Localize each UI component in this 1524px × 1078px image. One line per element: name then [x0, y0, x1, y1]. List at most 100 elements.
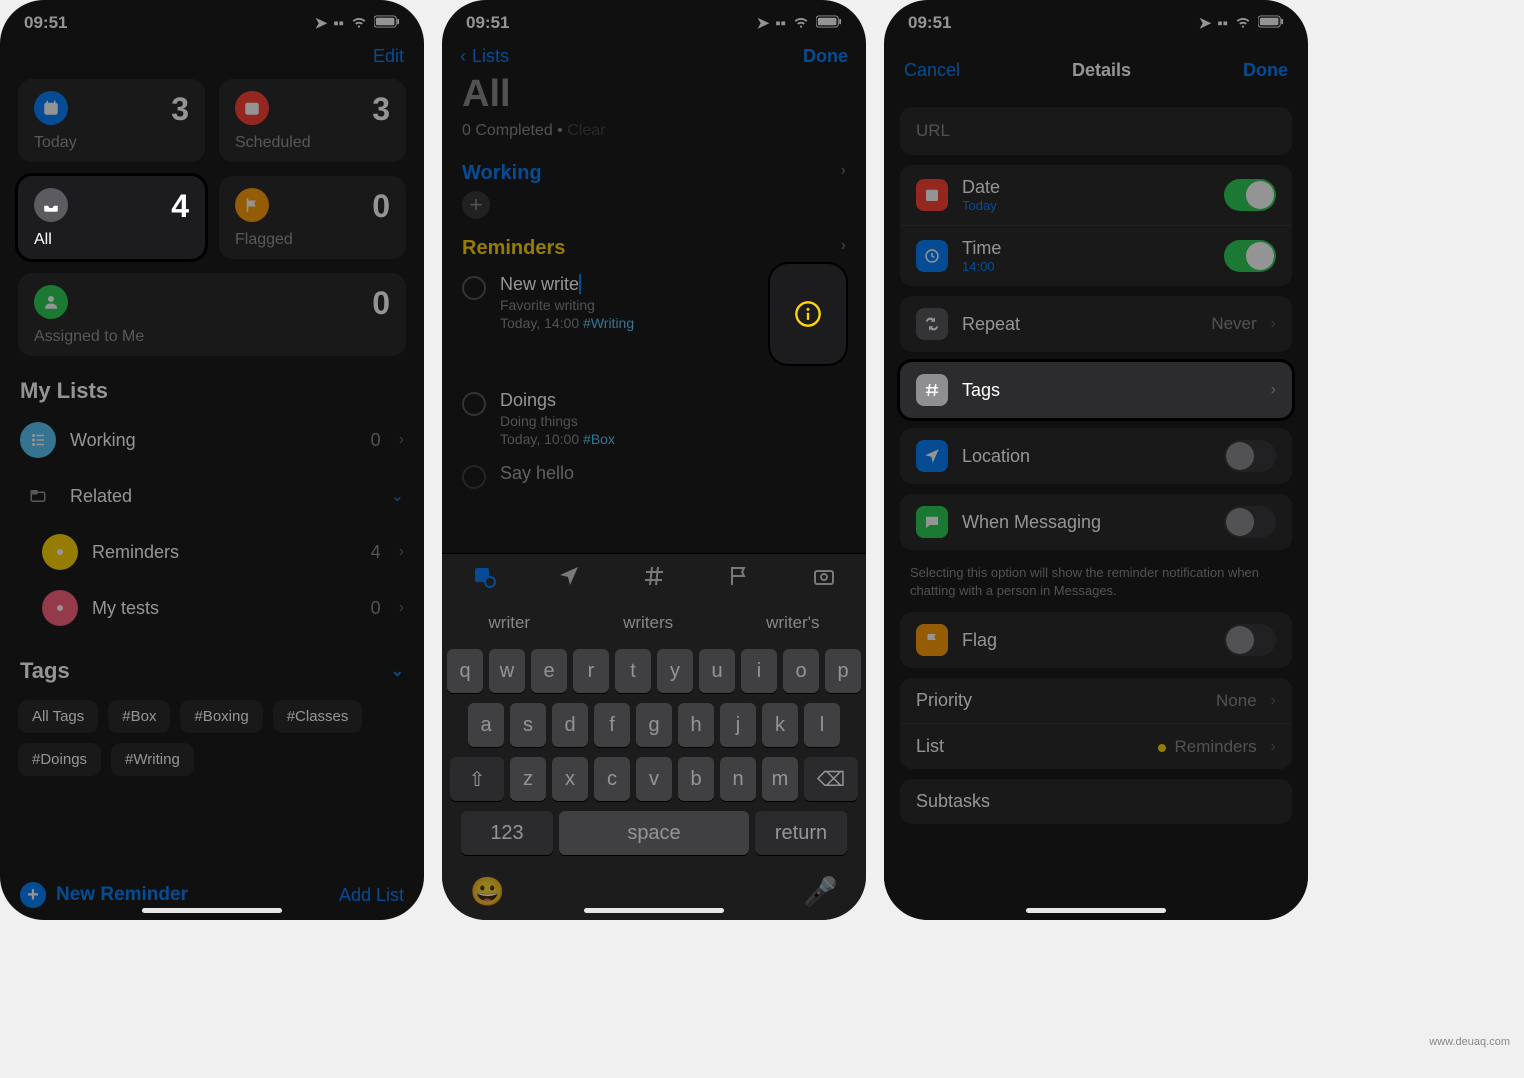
reminder-row[interactable]: Doings Doing things Today, 10:00 #Box — [442, 382, 866, 455]
time-toggle[interactable] — [1224, 240, 1276, 272]
battery-icon — [1258, 15, 1284, 32]
smart-list-today[interactable]: 3 Today — [18, 79, 205, 162]
tag-boxing[interactable]: #Boxing — [180, 700, 262, 733]
list-mytests[interactable]: My tests 0 › — [0, 580, 424, 636]
numeric-key[interactable]: 123 — [461, 811, 553, 855]
camera-icon[interactable] — [812, 564, 836, 593]
smart-list-flagged[interactable]: 0 Flagged — [219, 176, 406, 259]
flag-icon[interactable] — [727, 564, 751, 593]
done-button[interactable]: Done — [1243, 60, 1288, 81]
location-row[interactable]: Location — [900, 428, 1292, 484]
flag-row[interactable]: Flag — [900, 612, 1292, 668]
key[interactable]: u — [699, 649, 735, 693]
home-indicator[interactable] — [584, 908, 724, 913]
space-key[interactable]: space — [559, 811, 749, 855]
key[interactable]: q — [447, 649, 483, 693]
key[interactable]: z — [510, 757, 546, 801]
key[interactable]: w — [489, 649, 525, 693]
home-indicator[interactable] — [1026, 908, 1166, 913]
flag-toggle[interactable] — [1224, 624, 1276, 656]
suggestion[interactable]: writer — [489, 613, 531, 633]
key[interactable]: o — [783, 649, 819, 693]
home-indicator[interactable] — [142, 908, 282, 913]
emoji-icon[interactable]: 😀 — [470, 875, 505, 908]
key[interactable]: n — [720, 757, 756, 801]
group-working[interactable]: Working› — [442, 152, 866, 191]
checkbox-circle[interactable] — [462, 276, 486, 300]
date-toggle[interactable] — [1224, 179, 1276, 211]
key[interactable]: b — [678, 757, 714, 801]
new-reminder-button[interactable]: + New Reminder — [20, 882, 188, 908]
key[interactable]: x — [552, 757, 588, 801]
list-working[interactable]: Working 0 › — [0, 412, 424, 468]
edit-button[interactable]: Edit — [373, 46, 404, 67]
key[interactable]: h — [678, 703, 714, 747]
mic-icon[interactable]: 🎤 — [803, 875, 838, 908]
list-related-folder[interactable]: Related ⌄ — [0, 468, 424, 524]
reminder-row-editing[interactable]: New write Favorite writing Today, 14:00 … — [442, 266, 866, 382]
tags-row[interactable]: Tags › — [900, 362, 1292, 418]
checkbox-circle[interactable] — [462, 465, 486, 489]
subtasks-row[interactable]: Subtasks — [900, 779, 1292, 824]
key[interactable]: r — [573, 649, 609, 693]
calendar-icon — [916, 179, 948, 211]
key[interactable]: d — [552, 703, 588, 747]
hashtag-icon[interactable] — [642, 564, 666, 593]
list-row[interactable]: List Reminders › — [900, 723, 1292, 769]
key[interactable]: p — [825, 649, 861, 693]
tags-header[interactable]: Tags ⌄ — [0, 636, 424, 692]
back-button[interactable]: ‹ Lists — [460, 46, 509, 67]
key[interactable]: t — [615, 649, 651, 693]
smart-list-all[interactable]: 4 All — [18, 176, 205, 259]
list-reminders[interactable]: Reminders 4 › — [0, 524, 424, 580]
suggestion[interactable]: writer's — [766, 613, 819, 633]
key[interactable]: g — [636, 703, 672, 747]
completed-line[interactable]: 0 Completed • Clear — [442, 118, 866, 152]
info-button[interactable] — [770, 264, 846, 364]
message-icon — [916, 506, 948, 538]
key[interactable]: v — [636, 757, 672, 801]
add-list-button[interactable]: Add List — [339, 885, 404, 906]
location-toggle[interactable] — [1224, 440, 1276, 472]
status-time: 09:51 — [24, 13, 67, 33]
shift-key[interactable]: ⇧ — [450, 757, 504, 801]
group-reminders[interactable]: Reminders› — [442, 227, 866, 266]
key[interactable]: e — [531, 649, 567, 693]
priority-row[interactable]: Priority None › — [900, 678, 1292, 723]
calendar-clock-icon[interactable] — [472, 564, 496, 593]
key[interactable]: s — [510, 703, 546, 747]
time-row[interactable]: Time 14:00 — [900, 225, 1292, 286]
tag-box[interactable]: #Box — [108, 700, 170, 733]
checkbox-circle[interactable] — [462, 392, 486, 416]
key[interactable]: f — [594, 703, 630, 747]
key[interactable]: i — [741, 649, 777, 693]
repeat-row[interactable]: Repeat Never › — [900, 296, 1292, 352]
add-reminder-inline[interactable]: + — [462, 191, 490, 219]
tag-writing[interactable]: #Writing — [111, 743, 194, 776]
return-key[interactable]: return — [755, 811, 847, 855]
tag-classes[interactable]: #Classes — [273, 700, 363, 733]
key[interactable]: a — [468, 703, 504, 747]
suggestion[interactable]: writers — [623, 613, 673, 633]
date-row[interactable]: Date Today — [900, 165, 1292, 225]
url-field[interactable]: URL — [900, 107, 1292, 155]
cancel-button[interactable]: Cancel — [904, 60, 960, 81]
sheet-title: Details — [1072, 60, 1131, 81]
key[interactable]: j — [720, 703, 756, 747]
location-icon[interactable] — [557, 564, 581, 593]
key[interactable]: l — [804, 703, 840, 747]
key[interactable]: c — [594, 757, 630, 801]
done-button[interactable]: Done — [803, 46, 848, 67]
key[interactable]: k — [762, 703, 798, 747]
messaging-toggle[interactable] — [1224, 506, 1276, 538]
backspace-key[interactable]: ⌫ — [804, 757, 858, 801]
key[interactable]: m — [762, 757, 798, 801]
status-time: 09:51 — [466, 13, 509, 33]
tag-all[interactable]: All Tags — [18, 700, 98, 733]
tag-doings[interactable]: #Doings — [18, 743, 101, 776]
smart-list-scheduled[interactable]: 3 Scheduled — [219, 79, 406, 162]
key[interactable]: y — [657, 649, 693, 693]
smart-list-assigned[interactable]: 0 Assigned to Me — [18, 273, 406, 356]
messaging-row[interactable]: When Messaging — [900, 494, 1292, 550]
reminder-row[interactable]: Say hello — [442, 455, 866, 497]
